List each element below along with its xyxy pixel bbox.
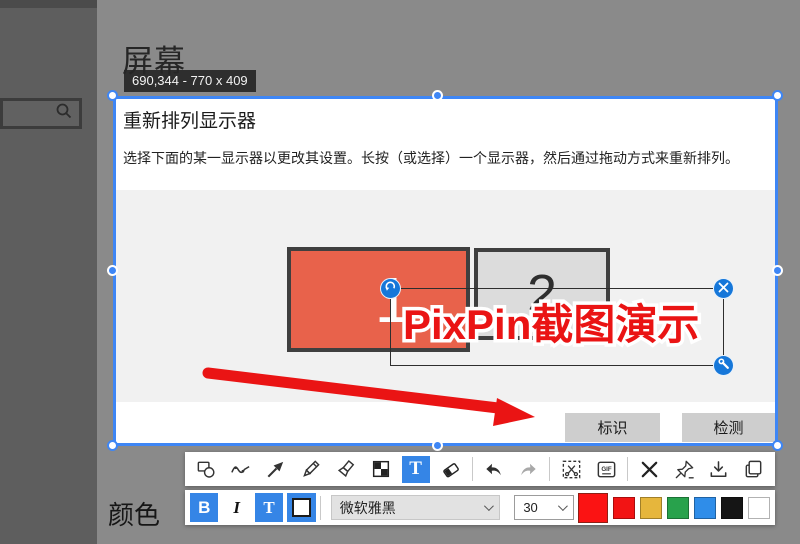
- chevron-down-icon: [558, 501, 568, 511]
- polyline-tool[interactable]: [227, 456, 255, 483]
- redo-button[interactable]: [514, 456, 542, 483]
- settings-sidebar: [0, 0, 97, 544]
- pixpin-capture-screen: 屏幕 690,344 - 770 x 409 重新排列显示器 选择下面的某一显示…: [0, 0, 800, 544]
- color-swatch-white[interactable]: [748, 497, 770, 519]
- toolbar-separator: [549, 457, 550, 481]
- resize-icon: [718, 357, 730, 375]
- copy-button[interactable]: [740, 456, 768, 483]
- color-swatch-red[interactable]: [613, 497, 635, 519]
- color-swatch-yellow[interactable]: [640, 497, 662, 519]
- font-family-value: 微软雅黑: [340, 498, 396, 518]
- dialog-title: 重新排列显示器: [123, 106, 256, 133]
- font-size-select[interactable]: 30: [514, 495, 574, 520]
- current-color-swatch[interactable]: [578, 493, 608, 523]
- crop-scissors-tool[interactable]: [557, 456, 585, 483]
- color-swatches: [578, 493, 770, 523]
- dialog-description: 选择下面的某一显示器以更改其设置。长按（或选择）一个显示器，然后通过拖动方式来重…: [123, 148, 773, 168]
- titlebar-fragment: [0, 0, 97, 8]
- shape-tool[interactable]: [192, 456, 220, 483]
- search-input[interactable]: [0, 98, 82, 129]
- resize-annotation-handle[interactable]: [713, 355, 734, 376]
- capture-selection[interactable]: 重新排列显示器 选择下面的某一显示器以更改其设置。长按（或选择）一个显示器，然后…: [113, 96, 778, 446]
- cancel-button[interactable]: [635, 456, 663, 483]
- toolbar-separator: [627, 457, 628, 481]
- toolbar-separator: [320, 496, 321, 520]
- text-format-bar: B I T 微软雅黑 30: [185, 490, 775, 525]
- pencil-tool[interactable]: [297, 456, 325, 483]
- highlighter-tool[interactable]: [332, 456, 360, 483]
- annotation-text[interactable]: PixPin截图演示: [403, 297, 699, 354]
- outline-color-chip: [292, 498, 311, 517]
- bold-toggle[interactable]: B: [190, 493, 218, 522]
- selection-handle-top-middle[interactable]: [432, 90, 443, 101]
- outline-color-button[interactable]: [287, 493, 315, 522]
- rotate-handle[interactable]: [380, 278, 401, 299]
- gif-icon-label: GIF: [601, 465, 612, 472]
- annotation-toolbar: T GIF: [185, 452, 775, 486]
- italic-toggle[interactable]: I: [222, 493, 250, 522]
- identify-button[interactable]: 标识: [565, 413, 660, 442]
- selection-handle-bottom-left[interactable]: [107, 440, 118, 451]
- selection-handle-top-right[interactable]: [772, 90, 783, 101]
- undo-button[interactable]: [479, 456, 507, 483]
- selection-handle-middle-right[interactable]: [772, 265, 783, 276]
- font-family-select[interactable]: 微软雅黑: [331, 495, 501, 520]
- arrow-tool[interactable]: [262, 456, 290, 483]
- rotate-icon: [384, 280, 397, 298]
- gif-record-tool[interactable]: GIF: [592, 456, 620, 483]
- search-icon: [55, 102, 73, 125]
- selection-size-tooltip: 690,344 - 770 x 409: [124, 70, 256, 92]
- selection-handle-middle-left[interactable]: [107, 265, 118, 276]
- color-label: 颜色: [108, 495, 160, 532]
- close-icon: [718, 280, 729, 298]
- pin-button[interactable]: [670, 456, 698, 483]
- selection-handle-bottom-right[interactable]: [772, 440, 783, 451]
- selection-handle-bottom-middle[interactable]: [432, 440, 443, 451]
- text-tool[interactable]: T: [402, 456, 430, 483]
- text-annotation-box[interactable]: PixPin截图演示: [390, 288, 724, 366]
- color-swatch-blue[interactable]: [694, 497, 716, 519]
- selection-handle-top-left[interactable]: [107, 90, 118, 101]
- mosaic-tool[interactable]: [367, 456, 395, 483]
- outline-toggle[interactable]: T: [255, 493, 283, 522]
- color-swatch-black[interactable]: [721, 497, 743, 519]
- font-size-value: 30: [523, 500, 537, 515]
- detect-button[interactable]: 检测: [682, 413, 775, 442]
- chevron-down-icon: [484, 501, 494, 511]
- toolbar-separator: [472, 457, 473, 481]
- eraser-tool[interactable]: [437, 456, 465, 483]
- delete-annotation-handle[interactable]: [713, 278, 734, 299]
- save-button[interactable]: [705, 456, 733, 483]
- color-swatch-green[interactable]: [667, 497, 689, 519]
